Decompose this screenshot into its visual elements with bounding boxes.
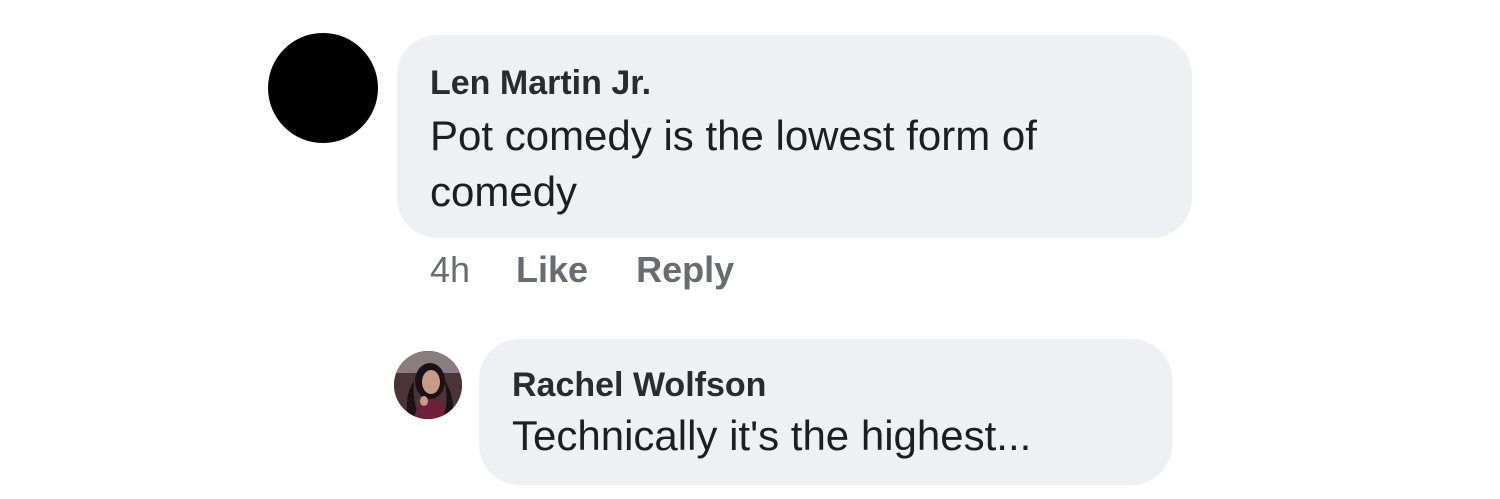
reply-text: Technically it's the highest... xyxy=(512,412,1032,459)
profile-photo-icon xyxy=(394,351,462,419)
reply-button[interactable]: Reply xyxy=(636,249,734,291)
comment-text: Pot comedy is the lowest form of comedy xyxy=(430,112,1037,215)
comment-bubble: Len Martin Jr. Pot comedy is the lowest … xyxy=(397,35,1192,238)
reply-author[interactable]: Rachel Wolfson xyxy=(512,365,1142,405)
reply-bubble: Rachel Wolfson Technically it's the high… xyxy=(479,339,1172,485)
comment-actions: 4h Like Reply xyxy=(430,248,734,292)
comment-timestamp[interactable]: 4h xyxy=(430,249,470,291)
comment-author[interactable]: Len Martin Jr. xyxy=(430,63,1162,103)
like-button[interactable]: Like xyxy=(516,249,588,291)
avatar[interactable] xyxy=(268,33,378,143)
avatar[interactable] xyxy=(394,351,462,419)
